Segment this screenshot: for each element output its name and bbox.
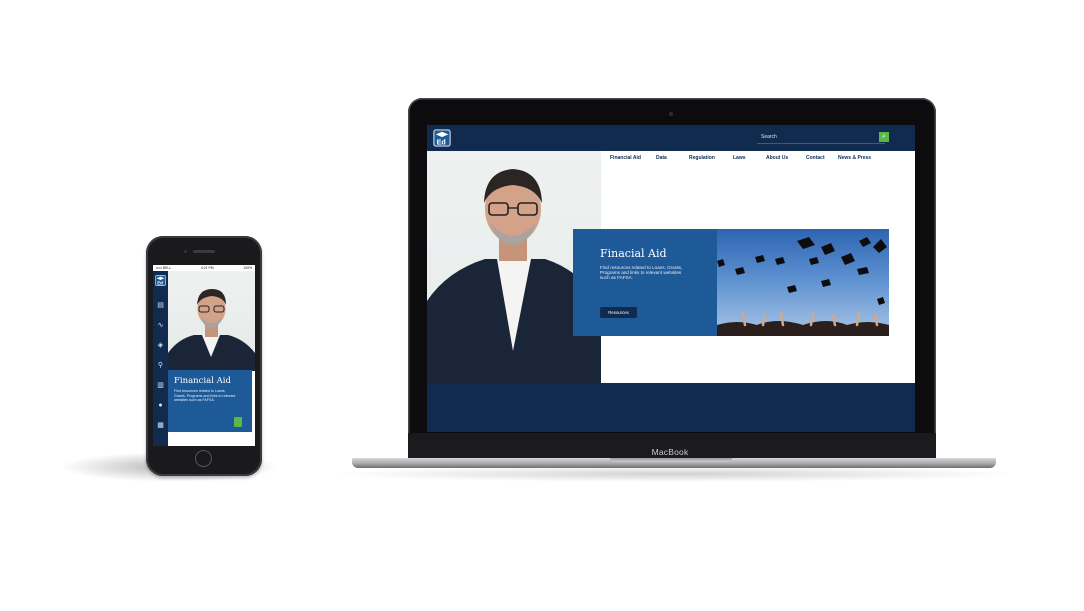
- nav-contact[interactable]: Contact: [806, 155, 825, 161]
- document-icon[interactable]: ▤: [156, 301, 165, 310]
- macbook-label: MacBook: [651, 447, 689, 457]
- resources-button[interactable]: Resources: [600, 307, 637, 318]
- financial-aid-card-mobile[interactable]: Financial Aid Find resources related to …: [168, 370, 252, 432]
- chart-line-icon[interactable]: ∿: [156, 321, 165, 330]
- laptop-shadow: [330, 466, 1020, 482]
- mobile-sidebar: Ed ▤ ∿ ◈ ⚲ ▥ ● ▦: [153, 271, 168, 446]
- search-button[interactable]: ⌕: [879, 132, 889, 142]
- shield-icon[interactable]: ◈: [156, 341, 165, 350]
- runner-icon[interactable]: ⚲: [156, 361, 165, 370]
- main-nav: Financial Aid Data Regulation Laws About…: [605, 151, 915, 163]
- search-input[interactable]: Search: [761, 132, 871, 143]
- graduation-caps-image: [717, 229, 889, 336]
- hero-title: Finacial Aid: [600, 247, 667, 260]
- phone-camera: [184, 250, 187, 253]
- ed-logo-icon[interactable]: Ed: [433, 129, 451, 147]
- hero-portrait-mobile: [168, 271, 255, 371]
- bank-icon[interactable]: ▥: [156, 381, 165, 390]
- svg-text:Ed: Ed: [437, 137, 446, 146]
- laptop-camera: [669, 112, 673, 116]
- home-button[interactable]: [195, 450, 212, 467]
- nav-regulation[interactable]: Regulation: [689, 155, 715, 161]
- card-description: Find resources related to Loans, Grants,…: [174, 389, 236, 403]
- ed-logo-icon[interactable]: Ed: [155, 275, 166, 286]
- nav-news-press[interactable]: News & Press: [838, 155, 871, 161]
- nav-laws[interactable]: Laws: [733, 155, 746, 161]
- nav-about-us[interactable]: About Us: [766, 155, 788, 161]
- laptop-screen: Ed Search ⌕ Financial Aid Data Regulatio…: [427, 125, 915, 432]
- hero-description: Find resources related to Loans, Grants,…: [600, 265, 683, 281]
- phone-device: ••••• BELL 4:21 PM 100% Ed ▤ ∿ ◈ ⚲ ▥ ● ▦: [146, 236, 262, 476]
- phone-screen: ••••• BELL 4:21 PM 100% Ed ▤ ∿ ◈ ⚲ ▥ ● ▦: [153, 265, 255, 446]
- clipboard-icon[interactable]: ▦: [156, 421, 165, 430]
- laptop-notch: [610, 458, 732, 462]
- document-download-icon[interactable]: [234, 417, 242, 427]
- site-footer: [427, 383, 915, 432]
- nav-financial-aid[interactable]: Financial Aid: [610, 155, 641, 161]
- phone-speaker: [193, 250, 215, 253]
- gear-icon[interactable]: ●: [156, 401, 165, 410]
- svg-text:Ed: Ed: [157, 280, 163, 285]
- search-field[interactable]: Search: [757, 132, 885, 144]
- card-title: Financial Aid: [174, 376, 231, 386]
- financial-aid-card: Finacial Aid Find resources related to L…: [573, 229, 717, 336]
- nav-data[interactable]: Data: [656, 155, 667, 161]
